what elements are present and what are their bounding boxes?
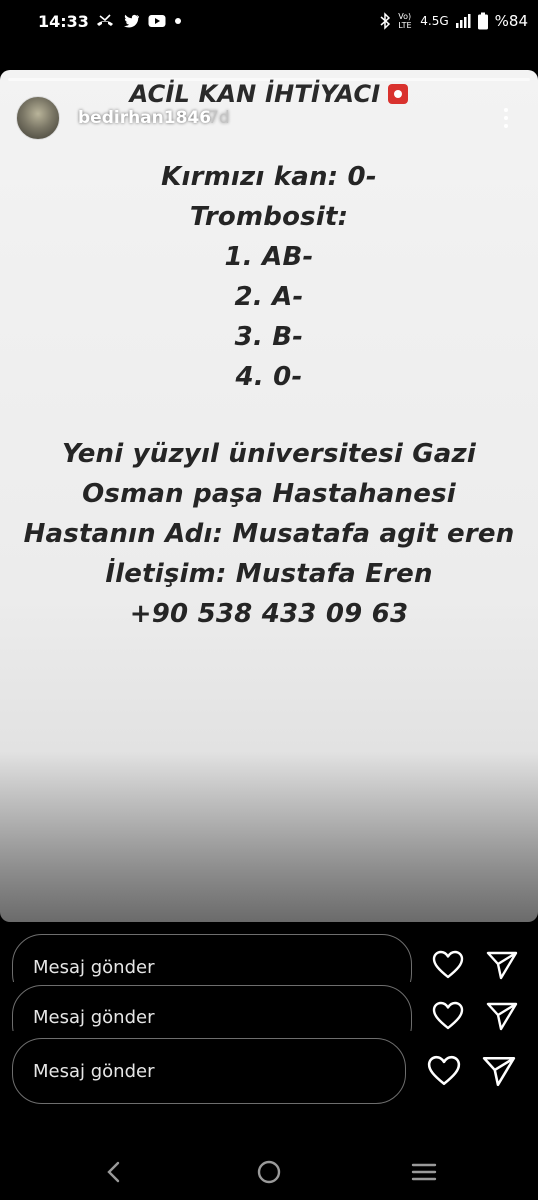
reply-row: Mesaj gönder (0, 934, 538, 982)
reply-row: Mesaj gönder (0, 985, 538, 1031)
send-icon[interactable] (486, 1001, 518, 1031)
message-input[interactable]: Mesaj gönder (12, 934, 412, 982)
bluetooth-icon (380, 12, 391, 30)
avatar[interactable] (16, 96, 60, 140)
username[interactable]: bedirhan1846 (78, 108, 211, 128)
battery-icon (477, 12, 488, 30)
more-options-icon[interactable] (496, 104, 516, 132)
navigation-bar (0, 1140, 538, 1200)
battery-percent: %84 (494, 12, 528, 30)
back-icon[interactable] (94, 1152, 134, 1192)
story-line: Trombosit: (189, 202, 349, 232)
reply-row: Mesaj gönder (0, 1038, 538, 1106)
story-line: 3. B- (234, 322, 304, 352)
story-line: 1. AB- (224, 242, 314, 272)
story-card[interactable]: ACİL KAN İHTİYACI bedirhan1846 7d Kırmız… (0, 70, 538, 922)
system-icons: Vo) LTE 4.5G %84 (378, 10, 528, 32)
twitter-icon (124, 14, 139, 27)
volte-label: Vo) LTE (398, 12, 412, 30)
heart-icon[interactable] (432, 950, 464, 980)
message-placeholder: Mesaj gönder (33, 1007, 155, 1028)
message-input[interactable]: Mesaj gönder (12, 1038, 406, 1104)
dot-icon (175, 18, 181, 24)
story-header: bedirhan1846 7d (16, 96, 522, 140)
status-time: 14:33 (38, 12, 89, 31)
message-placeholder: Mesaj gönder (33, 1061, 155, 1082)
notification-icons (96, 10, 182, 32)
heart-icon[interactable] (432, 1001, 464, 1031)
send-icon[interactable] (482, 1055, 516, 1087)
missed-call-icon (97, 14, 113, 26)
network-label: 4.5G (420, 14, 449, 28)
recents-icon[interactable] (404, 1152, 444, 1192)
signal-icon (455, 14, 471, 28)
story-line: +90 538 433 09 63 (129, 599, 409, 629)
story-line: Yeni yüzyıl üniversitesi Gazi (62, 439, 476, 469)
home-icon[interactable] (249, 1152, 289, 1192)
story-line: Hastanın Adı: Musatafa agit eren (23, 519, 515, 549)
story-line: 2. A- (234, 282, 304, 312)
story-line: İletişim: Mustafa Eren (105, 559, 433, 589)
heart-icon[interactable] (427, 1055, 461, 1087)
story-line: Kırmızı kan: 0- (161, 162, 377, 192)
message-input[interactable]: Mesaj gönder (12, 985, 412, 1031)
story-line: Osman paşa Hastahanesi (82, 479, 456, 509)
send-icon[interactable] (486, 950, 518, 980)
story-age: 7d (208, 108, 230, 128)
status-bar: 14:33 Vo) LTE 4.5G %84 (0, 0, 538, 44)
message-placeholder: Mesaj gönder (33, 957, 155, 978)
story-line: 4. 0- (235, 362, 303, 392)
youtube-icon (148, 15, 166, 27)
